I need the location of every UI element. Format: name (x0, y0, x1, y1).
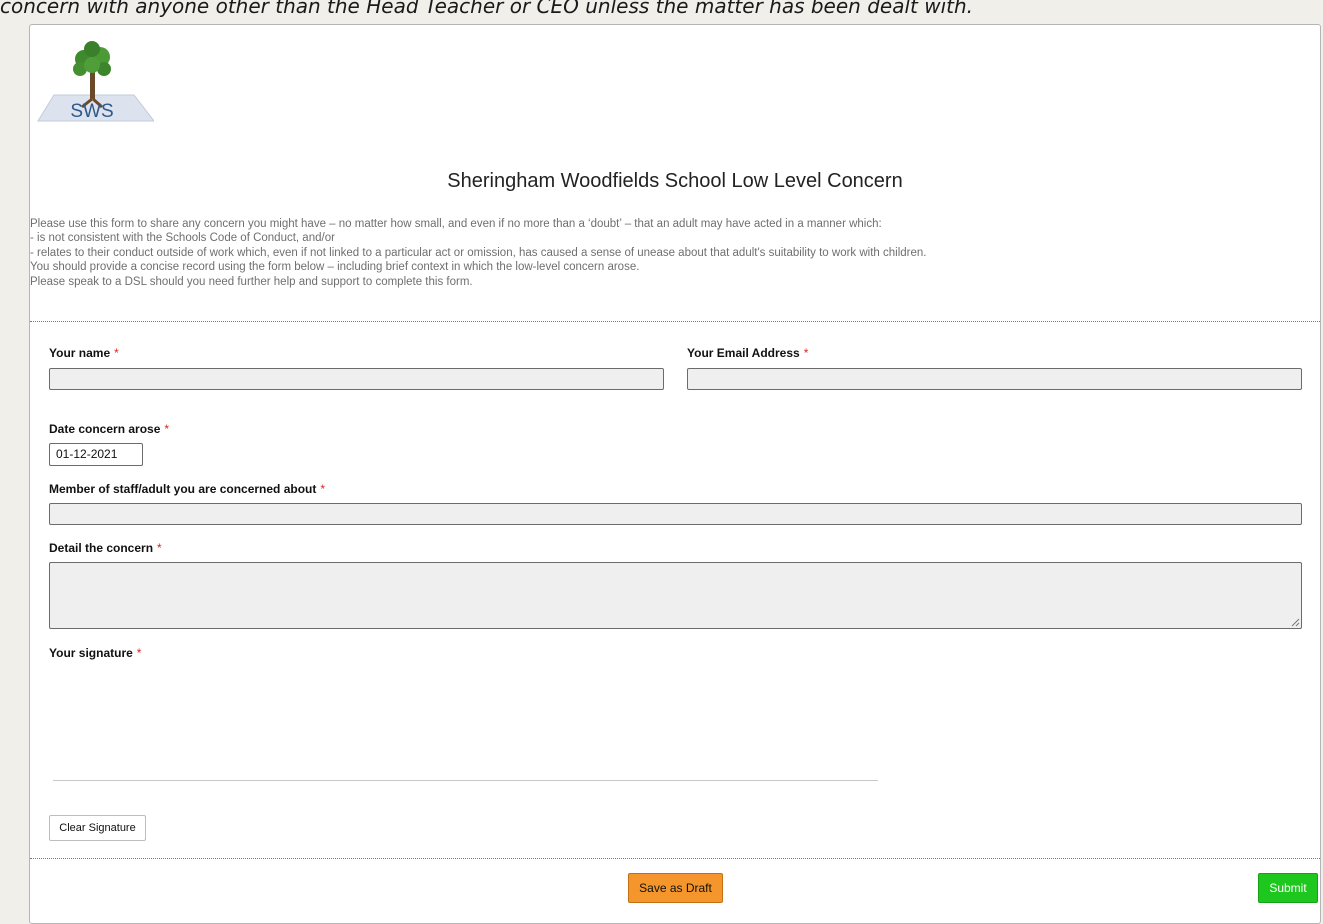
form-title: Sheringham Woodfields School Low Level C… (447, 170, 903, 192)
required-marker: * (803, 346, 809, 360)
resize-handle-icon[interactable] (1291, 618, 1300, 627)
email-label: Your Email Address * (687, 346, 809, 360)
intro-line: - relates to their conduct outside of wo… (30, 246, 927, 259)
svg-text:SWS: SWS (70, 101, 113, 122)
date-label: Date concern arose * (49, 422, 170, 436)
save-draft-button[interactable]: Save as Draft (628, 873, 723, 903)
staff-label: Member of staff/adult you are concerned … (49, 482, 326, 496)
name-label: Your name * (49, 346, 119, 360)
required-marker: * (157, 541, 162, 555)
required-marker: * (136, 646, 142, 660)
signature-line (53, 780, 878, 781)
clear-signature-button[interactable]: Clear Signature (49, 815, 146, 841)
intro-text: Please use this form to share any concer… (30, 217, 1260, 289)
required-marker: * (164, 422, 170, 436)
top-text-strip: concern with anyone other than the Head … (0, 0, 973, 18)
section-divider (30, 321, 1320, 322)
intro-line: You should provide a concise record usin… (30, 261, 640, 274)
signature-label: Your signature * (49, 646, 142, 660)
email-input[interactable] (687, 368, 1302, 390)
signature-pad[interactable] (49, 665, 889, 790)
detail-textarea[interactable] (49, 562, 1302, 629)
school-logo: SWS (37, 41, 154, 122)
intro-line: - is not consistent with the Schools Cod… (30, 232, 335, 245)
detail-label: Detail the concern * (49, 541, 162, 555)
footer-divider (30, 858, 1320, 859)
submit-button[interactable]: Submit (1258, 873, 1318, 903)
name-input[interactable] (49, 368, 664, 390)
required-marker: * (114, 346, 119, 360)
required-marker: * (320, 482, 326, 496)
intro-line: Please use this form to share any concer… (30, 218, 882, 230)
date-input[interactable]: 01-12-2021 (49, 443, 143, 466)
intro-line: Please speak to a DSL should you need fu… (30, 275, 473, 288)
staff-input[interactable] (49, 503, 1302, 525)
form-panel: SWS Sheringham Woodfields School Low Lev… (29, 24, 1321, 924)
